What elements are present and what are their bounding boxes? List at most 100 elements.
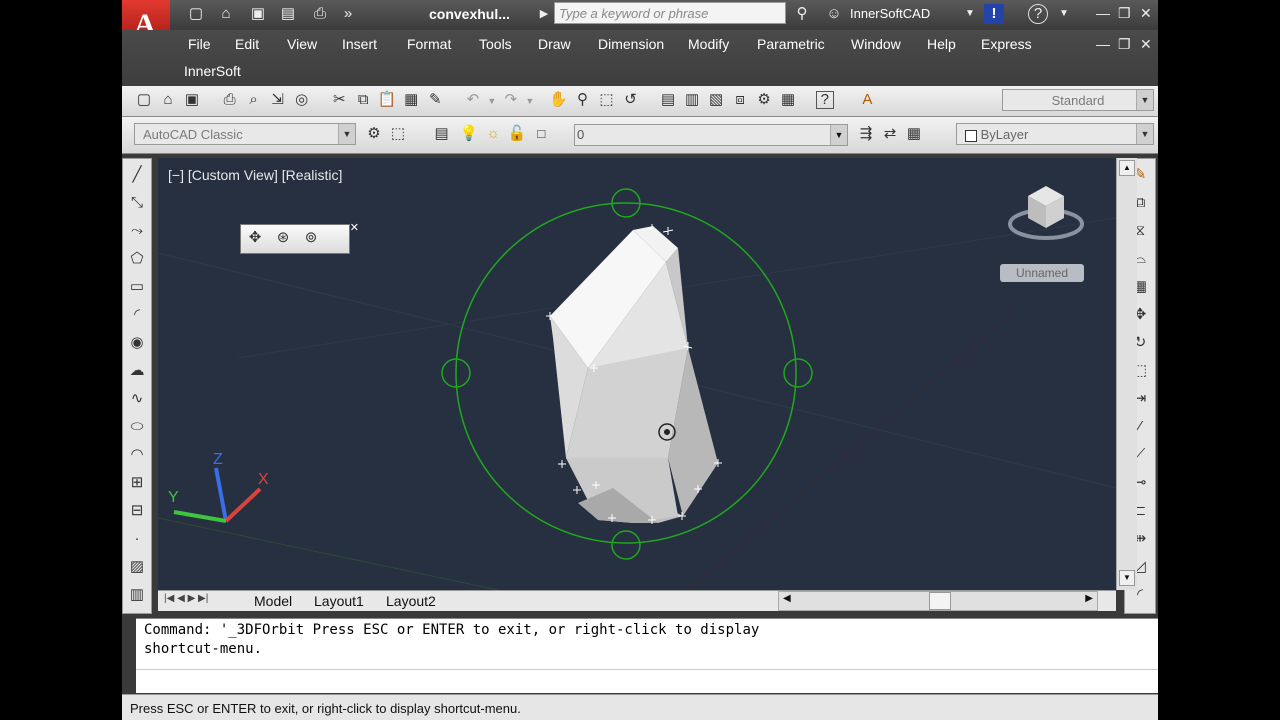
workspace-settings-icon[interactable]: ⚙ xyxy=(364,124,384,144)
last-tab-icon[interactable]: ▶| xyxy=(198,593,208,604)
chevron-down-icon[interactable]: ▼ xyxy=(1054,4,1074,24)
menu-parametric[interactable]: Parametric xyxy=(757,36,825,52)
spline-icon[interactable]: ∿ xyxy=(125,387,149,411)
help-icon[interactable]: ? xyxy=(1028,4,1048,24)
menu-file[interactable]: File xyxy=(188,36,211,52)
viewport-label[interactable]: [−] [Custom View] [Realistic] xyxy=(168,167,342,183)
doc-close-icon[interactable]: ✕ xyxy=(1140,36,1152,53)
copy-icon[interactable]: ⧉ xyxy=(353,90,373,110)
layer-combo[interactable]: 0 ▼ xyxy=(574,124,848,146)
zoom-realtime-icon[interactable]: ⚲ xyxy=(573,90,593,110)
search-input[interactable]: Type a keyword or phrase xyxy=(554,2,786,24)
menu-innersoft[interactable]: InnerSoft xyxy=(184,63,241,79)
make-current-icon[interactable]: ⇶ xyxy=(856,124,876,144)
tab-layout2[interactable]: Layout2 xyxy=(386,593,436,609)
more-tools-icon[interactable]: » xyxy=(338,4,358,24)
cut-icon[interactable]: ✂ xyxy=(329,90,349,110)
design-center-icon[interactable]: ▥ xyxy=(682,90,702,110)
help-icon[interactable]: ? xyxy=(815,91,834,109)
gradient-icon[interactable]: ▥ xyxy=(125,583,149,607)
sun-icon[interactable]: ☼ xyxy=(483,124,503,144)
prev-tab-icon[interactable]: ◀ xyxy=(177,593,185,604)
menu-insert[interactable]: Insert xyxy=(342,36,377,52)
properties-icon[interactable]: ▤ xyxy=(658,90,678,110)
layer-states-icon[interactable]: ▦ xyxy=(904,124,924,144)
hatch-icon[interactable]: ▨ xyxy=(125,555,149,579)
menu-express[interactable]: Express xyxy=(981,36,1032,52)
viewcube-ucs-menu[interactable]: Unnamed xyxy=(1000,264,1084,282)
orbit-handle-right[interactable] xyxy=(783,358,813,388)
new-file-icon[interactable]: ▢ xyxy=(186,4,206,24)
scroll-thumb[interactable] xyxy=(929,592,951,610)
chevron-down-icon[interactable]: ▼ xyxy=(830,125,847,145)
chevron-down-icon[interactable]: ▼ xyxy=(525,91,535,111)
doc-restore-icon[interactable]: ❐ xyxy=(1118,36,1131,53)
doc-minimize-icon[interactable]: — xyxy=(1096,36,1110,52)
publish-icon[interactable]: ⇲ xyxy=(268,90,288,110)
layer-previous-icon[interactable]: ⇄ xyxy=(880,124,900,144)
user-icon[interactable]: ☺ xyxy=(824,4,844,24)
minimize-icon[interactable]: — xyxy=(1096,5,1110,21)
line-icon[interactable]: ╱ xyxy=(125,163,149,187)
open-file-icon[interactable]: ⌂ xyxy=(216,4,236,24)
restore-icon[interactable]: ❐ xyxy=(1118,5,1131,22)
chevron-down-icon[interactable]: ▼ xyxy=(338,124,355,144)
lightbulb-icon[interactable]: 💡 xyxy=(459,124,479,144)
redo-icon[interactable]: ↷ xyxy=(501,90,521,110)
preview-icon[interactable]: ⌕ xyxy=(244,90,264,110)
revision-cloud-icon[interactable]: ☁ xyxy=(125,359,149,383)
tool-palettes-icon[interactable]: ▧ xyxy=(706,90,726,110)
color-swatch-icon[interactable]: □ xyxy=(531,124,551,144)
insert-block-icon[interactable]: ⊞ xyxy=(125,471,149,495)
rectangle-icon[interactable]: ▭ xyxy=(125,275,149,299)
block-editor-icon[interactable]: ✎ xyxy=(425,90,445,110)
markup-icon[interactable]: ⚙ xyxy=(754,90,774,110)
unlock-icon[interactable]: 🔓 xyxy=(507,124,527,144)
zoom-previous-icon[interactable]: ↺ xyxy=(621,90,641,110)
polyline-icon[interactable]: ⤳ xyxy=(125,219,149,243)
print-icon[interactable]: ⎙ xyxy=(310,4,330,24)
menu-format[interactable]: Format xyxy=(407,36,451,52)
save-icon[interactable]: ▣ xyxy=(182,90,202,110)
text-style-combo[interactable]: Standard ▼ xyxy=(1002,89,1154,111)
sheet-set-icon[interactable]: ⧈ xyxy=(730,90,750,110)
ellipse-icon[interactable]: ⬭ xyxy=(125,415,149,439)
menu-window[interactable]: Window xyxy=(851,36,901,52)
menu-edit[interactable]: Edit xyxy=(235,36,259,52)
open-icon[interactable]: ⌂ xyxy=(158,90,178,110)
user-name[interactable]: InnerSoftCAD xyxy=(850,6,930,21)
save-icon[interactable]: ▣ xyxy=(248,4,268,24)
constrained-orbit-icon[interactable]: ✥ xyxy=(245,228,265,248)
free-orbit-icon[interactable]: ⊛ xyxy=(273,228,293,248)
menu-tools[interactable]: Tools xyxy=(479,36,512,52)
polygon-icon[interactable]: ⬠ xyxy=(125,247,149,271)
scroll-right-icon[interactable]: ▶ xyxy=(1085,593,1093,604)
command-input[interactable] xyxy=(136,669,1158,692)
pan-icon[interactable]: ✋ xyxy=(549,90,569,110)
save-as-icon[interactable]: ▤ xyxy=(278,4,298,24)
scroll-down-icon[interactable]: ▼ xyxy=(1119,570,1135,586)
next-tab-icon[interactable]: ▶ xyxy=(188,593,196,604)
chevron-down-icon[interactable]: ▼ xyxy=(1136,124,1153,144)
convex-hull-solid[interactable] xyxy=(550,226,718,523)
chevron-down-icon[interactable]: ▼ xyxy=(960,4,980,24)
menu-help[interactable]: Help xyxy=(927,36,956,52)
chevron-down-icon[interactable]: ▼ xyxy=(1136,90,1153,110)
text-style-icon[interactable]: A xyxy=(857,90,877,110)
menu-view[interactable]: View xyxy=(287,36,317,52)
close-icon[interactable]: ✕ xyxy=(350,221,359,234)
tab-model[interactable]: Model xyxy=(254,593,292,609)
calculator-icon[interactable]: ▦ xyxy=(778,90,798,110)
continuous-orbit-icon[interactable]: ⊚ xyxy=(301,228,321,248)
first-tab-icon[interactable]: |◀ xyxy=(164,593,174,604)
horizontal-scrollbar[interactable]: ◀ ▶ xyxy=(778,591,1098,611)
scroll-up-icon[interactable]: ▲ xyxy=(1119,160,1135,176)
circle-icon[interactable]: ◉ xyxy=(125,331,149,355)
scroll-left-icon[interactable]: ◀ xyxy=(783,593,791,604)
3d-print-icon[interactable]: ◎ xyxy=(292,90,312,110)
layer-properties-icon[interactable]: ▤ xyxy=(432,124,452,144)
color-combo[interactable]: ByLayer ▼ xyxy=(956,123,1154,145)
orbit-handle-bottom[interactable] xyxy=(611,530,641,560)
chevron-down-icon[interactable]: ▼ xyxy=(487,91,497,111)
model-viewport[interactable]: Z X Y [−] [Custom View] [Realistic] ✥ ⊛ ⊚ … xyxy=(158,158,1116,590)
